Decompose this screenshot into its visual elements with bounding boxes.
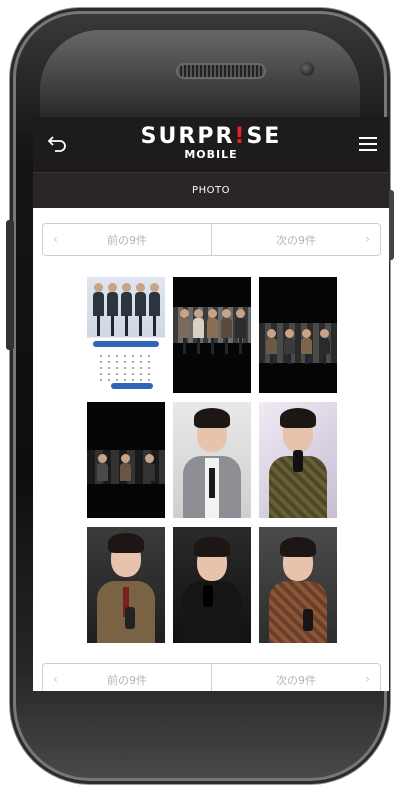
photo-thumbnail-group-calendar[interactable] — [87, 277, 165, 393]
section-title-bar: PHOTO — [33, 172, 389, 208]
menu-line — [359, 143, 377, 145]
home-key-icon[interactable] — [314, 716, 340, 734]
prev-page-button[interactable]: ‹ 前の9件 — [43, 224, 211, 255]
section-title: PHOTO — [192, 185, 230, 196]
person-figure — [143, 454, 155, 481]
next-page-label: 次の9件 — [276, 673, 316, 687]
photo-thumbnail-brown-check-suit-mic[interactable] — [259, 527, 337, 643]
chevron-right-icon: › — [365, 232, 370, 246]
photo-thumbnail-surprise-party-stage[interactable] — [259, 277, 337, 393]
front-camera — [300, 62, 314, 76]
next-page-button[interactable]: 次の9件 › — [211, 224, 380, 255]
group-figures — [263, 329, 333, 364]
photo-thumbnail-gray-suit-portrait[interactable] — [173, 402, 251, 518]
photo-thumbnail-brown-suit-mic[interactable] — [87, 527, 165, 643]
person-figure — [97, 454, 109, 481]
photo-grid — [87, 277, 337, 643]
person-figure — [134, 283, 146, 336]
person-figure — [106, 283, 118, 336]
phone-screen: SURPR!SE MOBILE PHOTO ‹ 前の9件 次の9件 › ‹ 前の… — [33, 117, 389, 691]
person-figure — [192, 309, 204, 354]
next-page-button[interactable]: 次の9件 › — [211, 664, 380, 691]
group-figures — [177, 309, 247, 354]
person-figure — [220, 309, 232, 354]
back-key-icon[interactable] — [70, 717, 96, 733]
photo-thumbnail-group-stage-lineup[interactable] — [173, 277, 251, 393]
menu-key-icon[interactable] — [155, 717, 177, 733]
photo-thumbnail-surprise-party-panel[interactable] — [87, 402, 165, 518]
prev-page-button[interactable]: ‹ 前の9件 — [43, 664, 211, 691]
photo-thumbnail-black-shirt-mic[interactable] — [173, 527, 251, 643]
prev-page-label: 前の9件 — [107, 233, 147, 247]
person-figure — [234, 309, 246, 354]
earpiece-speaker — [176, 63, 266, 79]
logo-sub: MOBILE — [184, 148, 238, 161]
search-key-icon[interactable] — [235, 716, 255, 734]
person-figure — [266, 329, 278, 364]
person-figure — [148, 283, 160, 336]
chevron-left-icon: ‹ — [53, 672, 58, 686]
person-figure — [318, 329, 330, 364]
photo-thumbnail-plaid-suit-mic[interactable] — [259, 402, 337, 518]
person-figure — [301, 329, 313, 364]
pager-top: ‹ 前の9件 次の9件 › — [42, 223, 381, 256]
hardware-keys — [70, 712, 340, 738]
chevron-right-icon: › — [365, 672, 370, 686]
pager-bottom: ‹ 前の9件 次の9件 › — [42, 663, 381, 691]
menu-line — [359, 137, 377, 139]
logo-main: SURPR!SE — [33, 125, 389, 149]
group-figures — [91, 283, 161, 336]
person-figure — [283, 329, 295, 364]
app-header: SURPR!SE MOBILE — [33, 117, 389, 172]
volume-button — [6, 220, 14, 350]
calendar-block — [93, 341, 159, 389]
logo-mark: ! — [234, 124, 247, 149]
brand-logo[interactable]: SURPR!SE MOBILE — [33, 125, 389, 161]
logo-prefix: SURPR — [140, 124, 235, 149]
person-figure — [92, 283, 104, 336]
logo-suffix: SE — [246, 124, 282, 149]
chevron-left-icon: ‹ — [53, 232, 58, 246]
person-figure — [178, 309, 190, 354]
hamburger-menu-icon[interactable] — [359, 137, 377, 151]
prev-page-label: 前の9件 — [107, 673, 147, 687]
person-figure — [120, 454, 132, 481]
next-page-label: 次の9件 — [276, 233, 316, 247]
person-figure — [206, 309, 218, 354]
person-figure — [120, 283, 132, 336]
menu-line — [359, 149, 377, 151]
phone-gloss — [40, 30, 360, 130]
group-figures — [91, 454, 161, 481]
